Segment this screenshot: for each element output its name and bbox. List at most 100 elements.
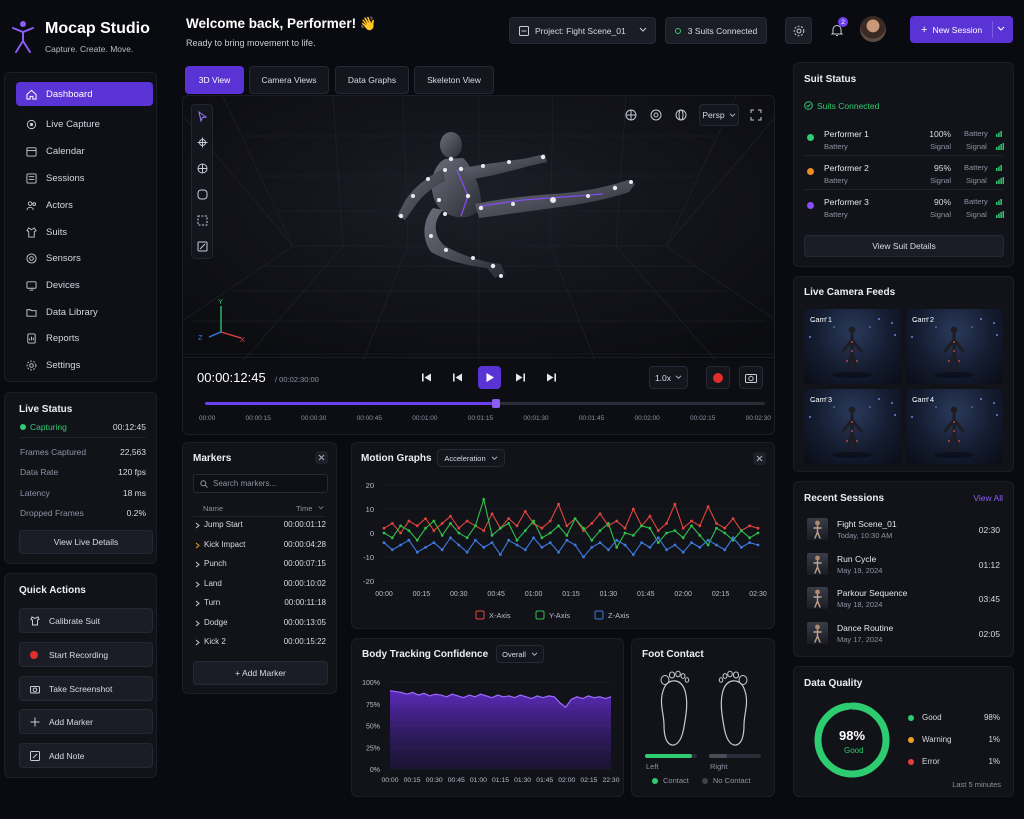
take-screenshot-button[interactable]: Take Screenshot xyxy=(19,676,153,701)
data-point xyxy=(723,526,727,530)
performer-name[interactable]: Performer 2 xyxy=(824,163,869,173)
frame-tool-icon[interactable] xyxy=(197,215,208,226)
step-forward-icon[interactable] xyxy=(515,372,526,383)
nav-item-sessions[interactable]: Sessions xyxy=(16,166,153,190)
avatar[interactable] xyxy=(860,16,886,42)
session-thumbnail[interactable] xyxy=(807,518,828,540)
project-selector[interactable]: Project: Fight Scene_01 xyxy=(509,17,656,44)
record-button[interactable] xyxy=(706,366,730,389)
chevron-down-icon[interactable] xyxy=(997,26,1005,32)
expand-chevron-icon[interactable] xyxy=(195,581,200,588)
marker-name[interactable]: Jump Start xyxy=(204,520,243,529)
measure-tool-icon[interactable] xyxy=(197,241,208,252)
quality-legend-dot xyxy=(908,715,914,721)
nav-item-actors[interactable]: Actors xyxy=(16,193,153,217)
view-all-link[interactable]: View All xyxy=(973,493,1003,503)
nav-item-sensors[interactable]: Sensors xyxy=(16,246,153,270)
expand-chevron-icon[interactable] xyxy=(195,561,200,568)
session-duration: 02:30 xyxy=(978,525,1000,535)
session-name[interactable]: Parkour Sequence xyxy=(837,588,907,598)
nav-item-calendar[interactable]: Calendar xyxy=(16,139,153,163)
start-recording-button[interactable]: Start Recording xyxy=(19,642,153,667)
add-marker-button[interactable]: Add Marker xyxy=(19,709,153,734)
marker-name[interactable]: Turn xyxy=(204,598,220,607)
marker-name[interactable]: Punch xyxy=(204,559,227,568)
suits-connected-indicator[interactable]: 3 Suits Connected xyxy=(665,17,767,44)
data-point xyxy=(665,548,668,552)
speed-dropdown[interactable]: 1.0x xyxy=(649,366,688,389)
marker-name[interactable]: Kick 2 xyxy=(204,637,226,646)
nav-item-live-capture[interactable]: Live Capture xyxy=(16,112,153,136)
rotate-tool-icon[interactable] xyxy=(197,163,208,174)
fullscreen-icon[interactable] xyxy=(750,109,762,121)
marker-name[interactable]: Kick Impact xyxy=(204,540,245,549)
target-icon[interactable] xyxy=(650,109,662,121)
timeline-track[interactable] xyxy=(205,399,765,408)
session-thumbnail[interactable] xyxy=(807,552,828,575)
nav-item-reports[interactable]: Reports xyxy=(16,326,153,350)
add-note-button[interactable]: Add Note xyxy=(19,743,153,768)
foot-contact-title: Foot Contact xyxy=(642,649,704,660)
nav-item-dashboard[interactable]: Dashboard xyxy=(16,82,153,106)
legend-swatch xyxy=(535,610,545,620)
close-icon[interactable] xyxy=(753,452,766,465)
performer-name[interactable]: Performer 3 xyxy=(824,197,869,207)
step-back-icon[interactable] xyxy=(452,372,463,383)
expand-chevron-icon[interactable] xyxy=(195,522,200,529)
move-tool-icon[interactable] xyxy=(197,137,208,148)
data-point xyxy=(582,526,585,530)
nav-item-settings[interactable]: Settings xyxy=(16,353,153,377)
tab-camera-views[interactable]: Camera Views xyxy=(249,66,329,94)
tab-skeleton-view[interactable]: Skeleton View xyxy=(414,66,494,94)
nav-item-data-library[interactable]: Data Library xyxy=(16,300,153,324)
row-divider xyxy=(804,155,1003,156)
close-icon[interactable] xyxy=(315,451,328,464)
viewport-3d[interactable]: Persp Y X Z 00:00:12:45 / 00:02:30:00 1.… xyxy=(182,95,775,435)
scale-tool-icon[interactable] xyxy=(197,189,208,200)
gizmo-icon[interactable] xyxy=(625,109,637,121)
timeline-playhead[interactable] xyxy=(492,399,501,408)
globe-icon[interactable] xyxy=(675,109,687,121)
data-point xyxy=(756,531,760,535)
nav-item-devices[interactable]: Devices xyxy=(16,273,153,297)
projection-dropdown[interactable]: Persp xyxy=(699,104,739,126)
y-tick-label: 0 xyxy=(370,529,374,538)
performer-name[interactable]: Performer 1 xyxy=(824,129,869,139)
session-name[interactable]: Dance Routine xyxy=(837,623,893,633)
session-name[interactable]: Fight Scene_01 xyxy=(837,519,897,529)
nav-item-suits[interactable]: Suits xyxy=(16,220,153,244)
session-name[interactable]: Run Cycle xyxy=(837,554,876,564)
left-contact-level xyxy=(645,754,692,758)
calibrate-suit-button[interactable]: Calibrate Suit xyxy=(19,608,153,633)
snapshot-button[interactable] xyxy=(739,366,763,389)
expand-chevron-icon[interactable] xyxy=(195,542,200,549)
settings-button[interactable] xyxy=(785,17,812,44)
markers-search[interactable]: Search markers... xyxy=(193,474,328,493)
marker-name[interactable]: Dodge xyxy=(204,618,228,627)
search-input[interactable]: Search markers... xyxy=(213,479,276,488)
session-thumbnail[interactable] xyxy=(807,621,828,644)
view-live-details-button[interactable]: View Live Details xyxy=(19,530,153,554)
motion-metric-dropdown[interactable]: Acceleration xyxy=(437,449,505,467)
marker-name[interactable]: Land xyxy=(204,579,222,588)
expand-chevron-icon[interactable] xyxy=(195,600,200,607)
session-date: Today, 10:30 AM xyxy=(837,531,893,540)
signal-icon xyxy=(996,177,1004,184)
add-marker-list-button[interactable]: + Add Marker xyxy=(193,661,328,685)
nav-label: Actors xyxy=(46,199,73,211)
skip-end-icon[interactable] xyxy=(546,372,557,383)
session-thumbnail[interactable] xyxy=(807,587,828,609)
tab-data-graphs[interactable]: Data Graphs xyxy=(335,66,409,94)
view-suit-details-button[interactable]: View Suit Details xyxy=(804,235,1004,257)
chevron-down-icon xyxy=(675,375,682,380)
select-tool-icon[interactable] xyxy=(197,111,208,122)
play-button[interactable] xyxy=(478,366,501,389)
skip-start-icon[interactable] xyxy=(421,372,432,383)
sort-icon[interactable] xyxy=(318,505,324,511)
expand-chevron-icon[interactable] xyxy=(195,639,200,646)
tab-3d-view[interactable]: 3D View xyxy=(185,66,244,94)
notifications-button[interactable]: 2 xyxy=(823,17,850,44)
new-session-button[interactable]: + New Session xyxy=(910,16,1013,43)
confidence-dropdown[interactable]: Overall xyxy=(496,645,544,663)
expand-chevron-icon[interactable] xyxy=(195,620,200,627)
